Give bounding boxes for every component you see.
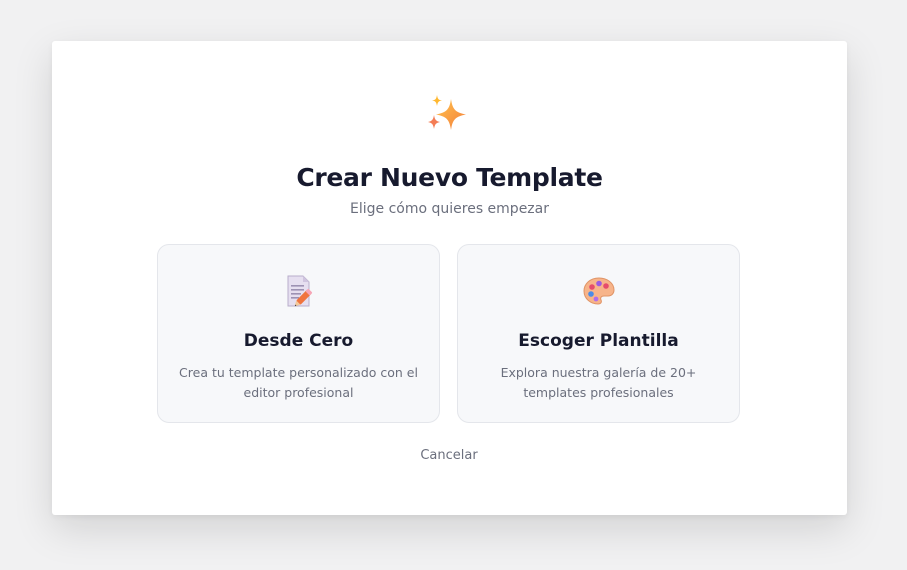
sparkles-icon xyxy=(428,95,466,130)
modal-title: Crear Nuevo Template xyxy=(296,163,603,192)
option-title: Desde Cero xyxy=(243,331,354,351)
option-card-choose-template[interactable]: Escoger Plantilla Explora nuestra galerí… xyxy=(457,244,740,423)
create-template-modal: Crear Nuevo Template Elige cómo quieres … xyxy=(52,41,847,515)
option-title: Escoger Plantilla xyxy=(518,331,679,351)
option-description: Crea tu template personalizado con el ed… xyxy=(179,365,418,400)
option-description: Explora nuestra galería de 20+ templates… xyxy=(500,365,697,400)
modal-subtitle: Elige cómo quieres empezar xyxy=(350,201,549,217)
cancel-button[interactable]: Cancelar xyxy=(399,448,499,463)
memo-icon xyxy=(287,275,313,307)
palette-icon xyxy=(583,277,615,305)
option-card-from-scratch[interactable]: Desde Cero Crea tu template personalizad… xyxy=(157,244,440,423)
